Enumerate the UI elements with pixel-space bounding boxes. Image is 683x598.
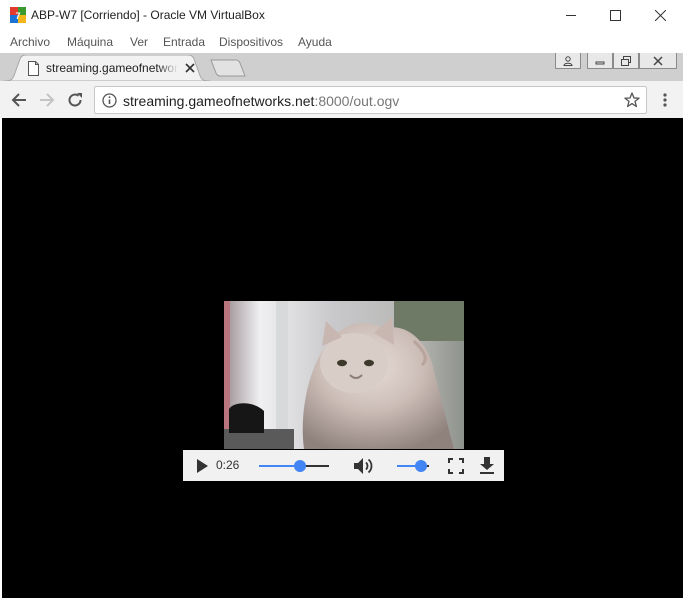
video-frame[interactable] [224,301,464,449]
more-vertical-icon [663,93,667,107]
back-icon [11,93,26,107]
menu-maquina[interactable]: Máquina [67,35,113,49]
host-close-button[interactable] [637,0,683,31]
forward-button[interactable] [36,89,58,111]
host-title-bar: 7 ABP-W7 [Corriendo] - Oracle VM Virtual… [0,0,683,31]
menu-entrada[interactable]: Entrada [163,35,205,49]
seek-thumb[interactable] [293,460,306,472]
tab-close-icon[interactable] [184,62,196,74]
fullscreen-icon[interactable] [448,458,464,474]
page-icon [28,61,39,76]
download-icon[interactable] [479,457,495,474]
url-text: streaming.gameofnetworks.net:8000/out.og… [123,93,399,109]
virtualbox-app-icon: 7 [10,7,26,23]
minimize-icon [595,61,605,64]
url-host: streaming.gameofnetworks.net [123,93,315,109]
host-menu-bar: Archivo Máquina Ver Entrada Dispositivos… [0,31,683,53]
user-icon [563,55,573,66]
info-icon[interactable] [102,93,117,108]
minimize-icon [565,15,576,16]
seek-bar[interactable] [259,460,329,472]
menu-ver[interactable]: Ver [130,35,148,49]
browser-toolbar: streaming.gameofnetworks.net:8000/out.og… [0,81,683,118]
new-tab-button[interactable] [210,59,246,77]
guest-restore-button[interactable] [613,53,639,69]
tab-title: streaming.gameofnetworks.net:8000/out.og… [46,61,178,75]
reload-button[interactable] [64,89,86,111]
volume-thumb[interactable] [415,460,427,472]
host-window-title: ABP-W7 [Corriendo] - Oracle VM VirtualBo… [31,8,265,22]
menu-dispositivos[interactable]: Dispositivos [219,35,283,49]
play-icon[interactable] [194,458,210,474]
bookmark-star-icon[interactable] [624,92,640,108]
back-button[interactable] [8,89,30,111]
reload-icon [68,93,82,107]
url-port-path: :8000/out.ogv [314,93,400,109]
host-maximize-button[interactable] [592,0,638,31]
close-icon [653,55,663,66]
close-icon [654,10,666,21]
volume-slider[interactable] [397,460,429,472]
menu-archivo[interactable]: Archivo [10,35,50,49]
host-minimize-button[interactable] [548,0,594,31]
current-time: 0:26 [216,458,240,472]
svg-text:7: 7 [15,11,20,21]
video-image [224,301,464,449]
address-bar[interactable]: streaming.gameofnetworks.net:8000/out.og… [94,86,647,114]
guest-user-button[interactable] [555,53,581,69]
browser-tab[interactable]: streaming.gameofnetworks.net:8000/out.og… [4,55,210,81]
page-viewport: 0:26 [2,118,683,598]
guest-minimize-button[interactable] [587,53,613,69]
video-controls: 0:26 [183,450,504,481]
guest-window-controls [553,53,679,69]
volume-icon[interactable] [353,457,373,475]
browser-menu-button[interactable] [655,89,675,111]
menu-ayuda[interactable]: Ayuda [298,35,332,49]
restore-icon [621,55,631,66]
guest-close-button[interactable] [639,53,677,69]
maximize-icon [609,10,621,21]
forward-icon [40,93,55,107]
